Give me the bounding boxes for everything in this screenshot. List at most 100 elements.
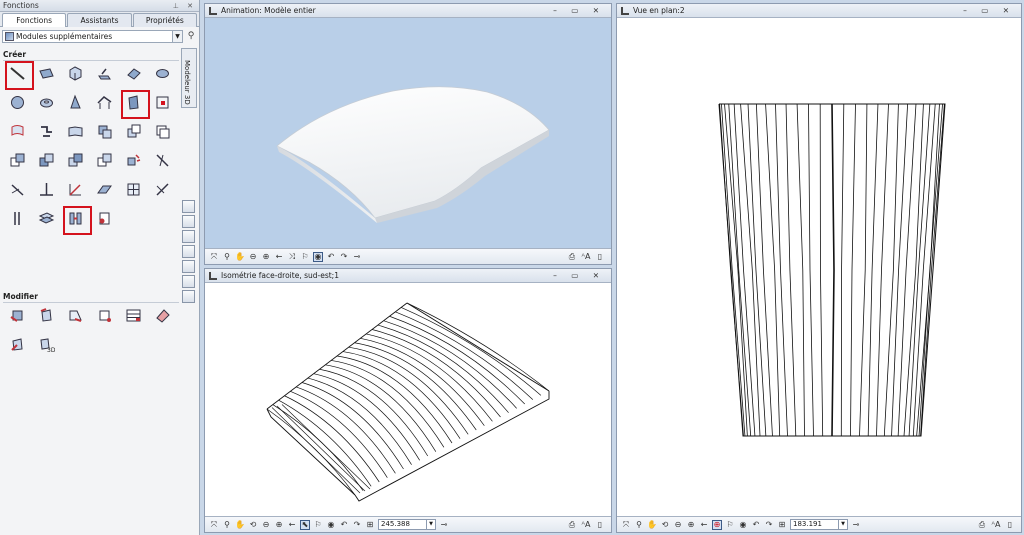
chevron-down-icon[interactable]: ▼ <box>838 520 847 529</box>
move-point-tool[interactable] <box>90 301 119 330</box>
union-tool[interactable] <box>90 117 119 146</box>
angle-tool[interactable] <box>61 175 90 204</box>
walk-icon[interactable]: ⚐ <box>725 520 735 530</box>
parallel-lines-tool[interactable] <box>3 204 32 233</box>
box-tool[interactable] <box>61 59 90 88</box>
print-icon[interactable]: ⎙ <box>977 520 987 530</box>
pan-icon[interactable]: ✋ <box>235 252 245 262</box>
bounding-box-tool[interactable] <box>148 88 177 117</box>
palette-icon[interactable] <box>182 200 195 213</box>
walk-icon[interactable]: ⚐ <box>313 520 323 530</box>
copy-solid-tool[interactable] <box>3 146 32 175</box>
library-icon[interactable] <box>182 245 195 258</box>
attach-tool[interactable] <box>90 204 119 233</box>
cylinder-tool[interactable] <box>148 59 177 88</box>
parallel-plane-tool[interactable] <box>90 175 119 204</box>
animation-viewport[interactable] <box>205 18 611 248</box>
pin-icon[interactable]: ⊸ <box>439 520 449 530</box>
undo-view-icon[interactable]: ↶ <box>326 252 336 262</box>
chevron-down-icon[interactable]: ▼ <box>426 520 435 529</box>
perpendicular-tool[interactable] <box>32 175 61 204</box>
layers-tool[interactable] <box>32 204 61 233</box>
module-select[interactable]: Modules supplémentaires ▼ <box>2 29 183 43</box>
zoom-out-icon[interactable]: ⊖ <box>261 520 271 530</box>
convert-3d-tool[interactable]: 3D <box>32 330 61 359</box>
roof-tool[interactable] <box>90 88 119 117</box>
rotate-icon[interactable]: ⟲ <box>660 520 670 530</box>
zoom-out-icon[interactable]: ⊖ <box>248 252 258 262</box>
tag-icon[interactable] <box>182 260 195 273</box>
redo-view-icon[interactable]: ↷ <box>764 520 774 530</box>
orbit-icon[interactable]: ⤨ <box>287 252 297 262</box>
zoom-icon[interactable]: ⚲ <box>222 252 232 262</box>
target-icon[interactable]: ⊕ <box>712 519 722 530</box>
modify-face-tool[interactable] <box>32 301 61 330</box>
arrow-left-icon[interactable]: ← <box>699 520 709 530</box>
zoom-icon[interactable]: ⚲ <box>222 520 232 530</box>
pin-icon[interactable]: ⊸ <box>851 520 861 530</box>
sweep-tool[interactable] <box>3 117 32 146</box>
scale-field[interactable]: 245.388 ▼ <box>378 519 436 530</box>
pin-icon[interactable]: ⊸ <box>352 252 362 262</box>
isometric-viewport[interactable] <box>205 283 611 516</box>
fit-view-icon[interactable]: ⤧ <box>209 520 219 530</box>
merge-solid-tool[interactable] <box>32 146 61 175</box>
fit-view-icon[interactable]: ⤧ <box>621 520 631 530</box>
eraser-tool[interactable] <box>148 301 177 330</box>
tab-assistants[interactable]: Assistants <box>67 13 132 27</box>
convert-tool[interactable] <box>3 330 32 359</box>
split-solid-tool[interactable] <box>61 146 90 175</box>
wall-tool[interactable] <box>61 204 92 235</box>
trim-tool[interactable] <box>148 146 177 175</box>
text-size-icon[interactable]: ᴬA <box>991 520 1001 530</box>
cone-tool[interactable] <box>61 88 90 117</box>
fillet-tool[interactable] <box>148 175 177 204</box>
window-controls[interactable]: – ▭ ✕ <box>553 269 605 282</box>
redo-view-icon[interactable]: ↷ <box>339 252 349 262</box>
grid-box-tool[interactable] <box>119 175 148 204</box>
page-icon[interactable]: ▯ <box>595 520 605 530</box>
attributes-tool[interactable] <box>119 301 148 330</box>
page-icon[interactable]: ▯ <box>595 252 605 262</box>
line-3d-tool[interactable] <box>3 59 34 90</box>
shell-tool[interactable] <box>119 88 150 119</box>
tab-fonctions[interactable]: Fonctions <box>2 13 67 27</box>
pan-icon[interactable]: ✋ <box>647 520 657 530</box>
surface-tool[interactable] <box>32 59 61 88</box>
arrow-left-icon[interactable]: ← <box>274 252 284 262</box>
layer-icon[interactable] <box>182 215 195 228</box>
cut-tool[interactable] <box>3 175 32 204</box>
sphere-tool[interactable] <box>3 88 32 117</box>
text-size-icon[interactable]: ᴬA <box>581 252 591 262</box>
subtract-tool[interactable] <box>119 117 148 146</box>
rotate-icon[interactable]: ⟲ <box>248 520 258 530</box>
modify-edge-tool[interactable] <box>61 301 90 330</box>
zoom-in-icon[interactable]: ⊕ <box>686 520 696 530</box>
extrude-tool[interactable] <box>90 59 119 88</box>
eye-icon[interactable]: ◉ <box>738 520 748 530</box>
print-icon[interactable]: ⎙ <box>567 520 577 530</box>
fit-view-icon[interactable]: ⤧ <box>209 252 219 262</box>
torus-tool[interactable] <box>32 88 61 117</box>
arrow-left-icon[interactable]: ← <box>287 520 297 530</box>
undo-view-icon[interactable]: ↶ <box>339 520 349 530</box>
panel-controls[interactable]: ⊥ ✕ <box>173 0 196 12</box>
zoom-in-icon[interactable]: ⊕ <box>274 520 284 530</box>
eye-icon[interactable]: ◉ <box>326 520 336 530</box>
undo-view-icon[interactable]: ↶ <box>751 520 761 530</box>
zoom-out-icon[interactable]: ⊖ <box>673 520 683 530</box>
intersect-tool[interactable] <box>148 117 177 146</box>
difference-tool[interactable] <box>90 146 119 175</box>
walk-icon[interactable]: ⚐ <box>300 252 310 262</box>
redo-view-icon[interactable]: ↷ <box>352 520 362 530</box>
loft-tool[interactable] <box>32 117 61 146</box>
book-tool[interactable] <box>61 117 90 146</box>
image-icon[interactable] <box>182 290 195 303</box>
prism-tool[interactable] <box>119 59 148 88</box>
zoom-in-icon[interactable]: ⊕ <box>261 252 271 262</box>
text-size-icon[interactable]: ᴬA <box>581 520 591 530</box>
objects-icon[interactable] <box>182 230 195 243</box>
explode-tool[interactable] <box>119 146 148 175</box>
tab-proprietes[interactable]: Propriétés <box>132 13 197 27</box>
print-icon[interactable]: ⎙ <box>567 252 577 262</box>
